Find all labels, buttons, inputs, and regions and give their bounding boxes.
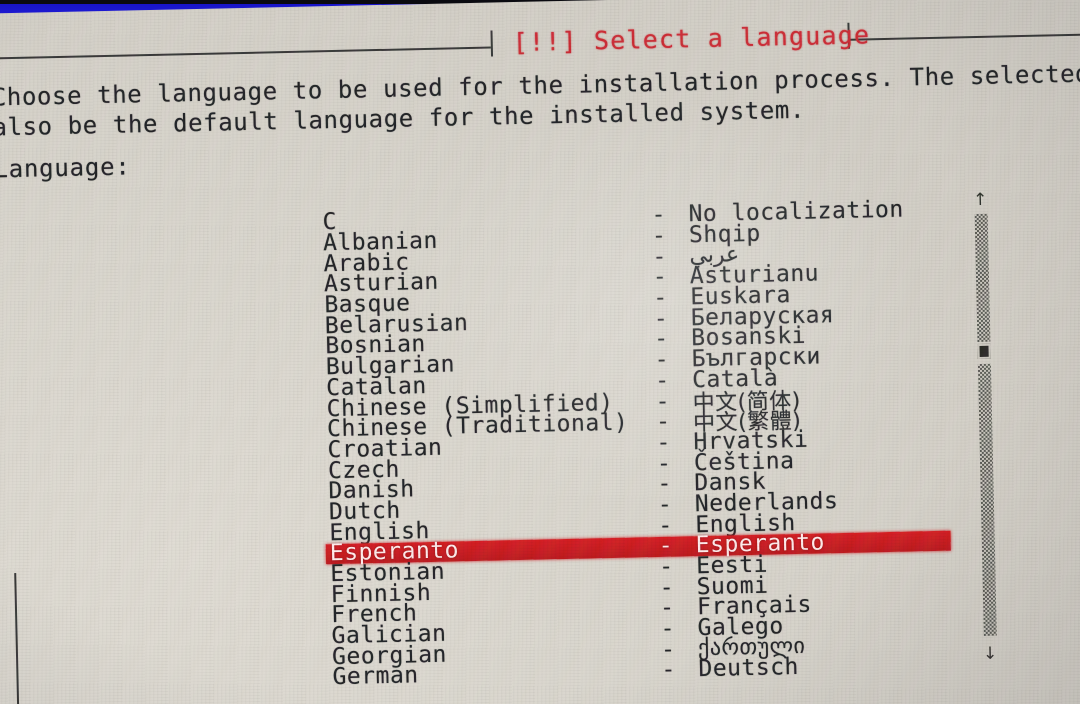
language-separator: - bbox=[661, 657, 677, 684]
dialog-frame-top-left bbox=[0, 46, 491, 60]
language-native-name: Deutsch bbox=[698, 654, 800, 683]
scrollbar-track-lower[interactable] bbox=[977, 363, 997, 636]
language-list[interactable]: C - No localization Albanian - Shqip Arabic - عر… bbox=[0, 197, 991, 696]
language-name: German bbox=[332, 662, 419, 691]
installer-console: [!!] Select a language Choose the langua… bbox=[0, 0, 1080, 704]
dialog-frame-tick-left bbox=[490, 30, 494, 57]
dialog-title: [!!] Select a language bbox=[512, 20, 871, 58]
scroll-up-arrow-icon[interactable]: ↑ bbox=[972, 190, 988, 210]
installer-screenshot: [!!] Select a language Choose the langua… bbox=[0, 0, 1080, 704]
dialog-frame-top-right bbox=[849, 32, 1080, 41]
scroll-down-arrow-icon[interactable]: ↓ bbox=[982, 644, 998, 664]
language-field-label: Language: bbox=[0, 152, 131, 184]
scrollbar-track-upper[interactable] bbox=[974, 213, 991, 343]
scrollbar-thumb[interactable] bbox=[977, 343, 991, 360]
